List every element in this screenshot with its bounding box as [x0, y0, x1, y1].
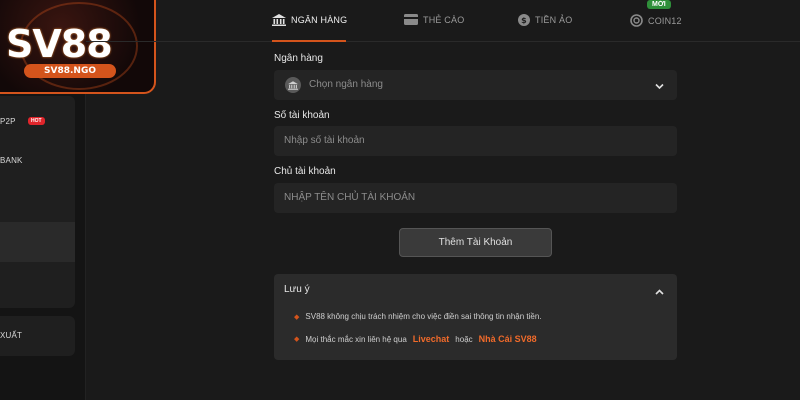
account-holder-placeholder: NHẬP TÊN CHỦ TÀI KHOẢN: [284, 192, 416, 203]
new-badge: MỚI: [647, 0, 671, 9]
diamond-bullet-icon: ◆: [294, 336, 300, 343]
payment-method-tabs: NGÂN HÀNG THẺ CÀO $ TIỀN ẢO COIN12 MỚI: [86, 0, 800, 42]
note-panel: Lưu ý ◆ SV88 không chịu trách nhiệm cho …: [274, 274, 677, 360]
bank-icon: [285, 77, 301, 93]
note-text: SV88 không chịu trách nhiệm cho việc điề…: [305, 312, 542, 321]
note-line: ◆ SV88 không chịu trách nhiệm cho việc đ…: [294, 312, 542, 321]
sidebar-menu-card: [0, 96, 75, 308]
tab-label: THẺ CÀO: [423, 14, 465, 25]
note-text: hoặc: [455, 334, 473, 344]
coin12-icon: [630, 14, 643, 27]
svg-text:$: $: [521, 16, 527, 25]
logo-domain: SV88.NGO: [24, 64, 116, 78]
tab-label: COIN12: [648, 15, 682, 26]
note-text: Mọi thắc mắc xin liên hệ qua: [305, 334, 407, 344]
bank-select[interactable]: Chọn ngân hàng: [274, 70, 677, 100]
tab-label: TIỀN ẢO: [535, 15, 573, 25]
bank-icon: [272, 14, 286, 26]
account-number-label: Số tài khoản: [274, 110, 330, 121]
tab-ngan-hang[interactable]: NGÂN HÀNG: [272, 14, 347, 26]
livechat-link[interactable]: Livechat: [413, 334, 450, 344]
add-account-button[interactable]: Thêm Tài Khoản: [399, 228, 552, 257]
account-number-placeholder: Nhập số tài khoản: [284, 135, 365, 146]
tab-label: NGÂN HÀNG: [291, 15, 348, 25]
bank-select-placeholder: Chọn ngân hàng: [309, 79, 383, 90]
sidebar-item-active[interactable]: [0, 222, 75, 262]
card-icon: [404, 14, 418, 25]
bank-label: Ngân hàng: [274, 53, 323, 64]
nha-cai-link[interactable]: Nhà Cái SV88: [479, 334, 537, 344]
sidebar-item-p2p[interactable]: P2P: [0, 117, 16, 126]
account-holder-input[interactable]: NHẬP TÊN CHỦ TÀI KHOẢN: [274, 183, 677, 213]
note-line: ◆ Mọi thắc mắc xin liên hệ qua Livechat …: [294, 334, 537, 344]
account-holder-label: Chủ tài khoản: [274, 166, 336, 177]
sidebar-item-xuat[interactable]: XUẤT: [0, 331, 22, 340]
note-title: Lưu ý: [284, 284, 310, 295]
chevron-up-icon[interactable]: [654, 285, 665, 303]
chevron-down-icon: [654, 79, 665, 97]
account-number-input[interactable]: Nhập số tài khoản: [274, 126, 677, 156]
hot-badge: HOT: [28, 117, 45, 125]
sidebar-item-bank[interactable]: BANK: [0, 156, 23, 165]
tab-coin12[interactable]: COIN12: [630, 14, 682, 27]
diamond-bullet-icon: ◆: [294, 313, 300, 321]
crypto-icon: $: [518, 14, 530, 26]
active-tab-indicator: [272, 40, 346, 42]
tab-tien-ao[interactable]: $ TIỀN ẢO: [518, 14, 572, 26]
tab-the-cao[interactable]: THẺ CÀO: [404, 14, 464, 25]
